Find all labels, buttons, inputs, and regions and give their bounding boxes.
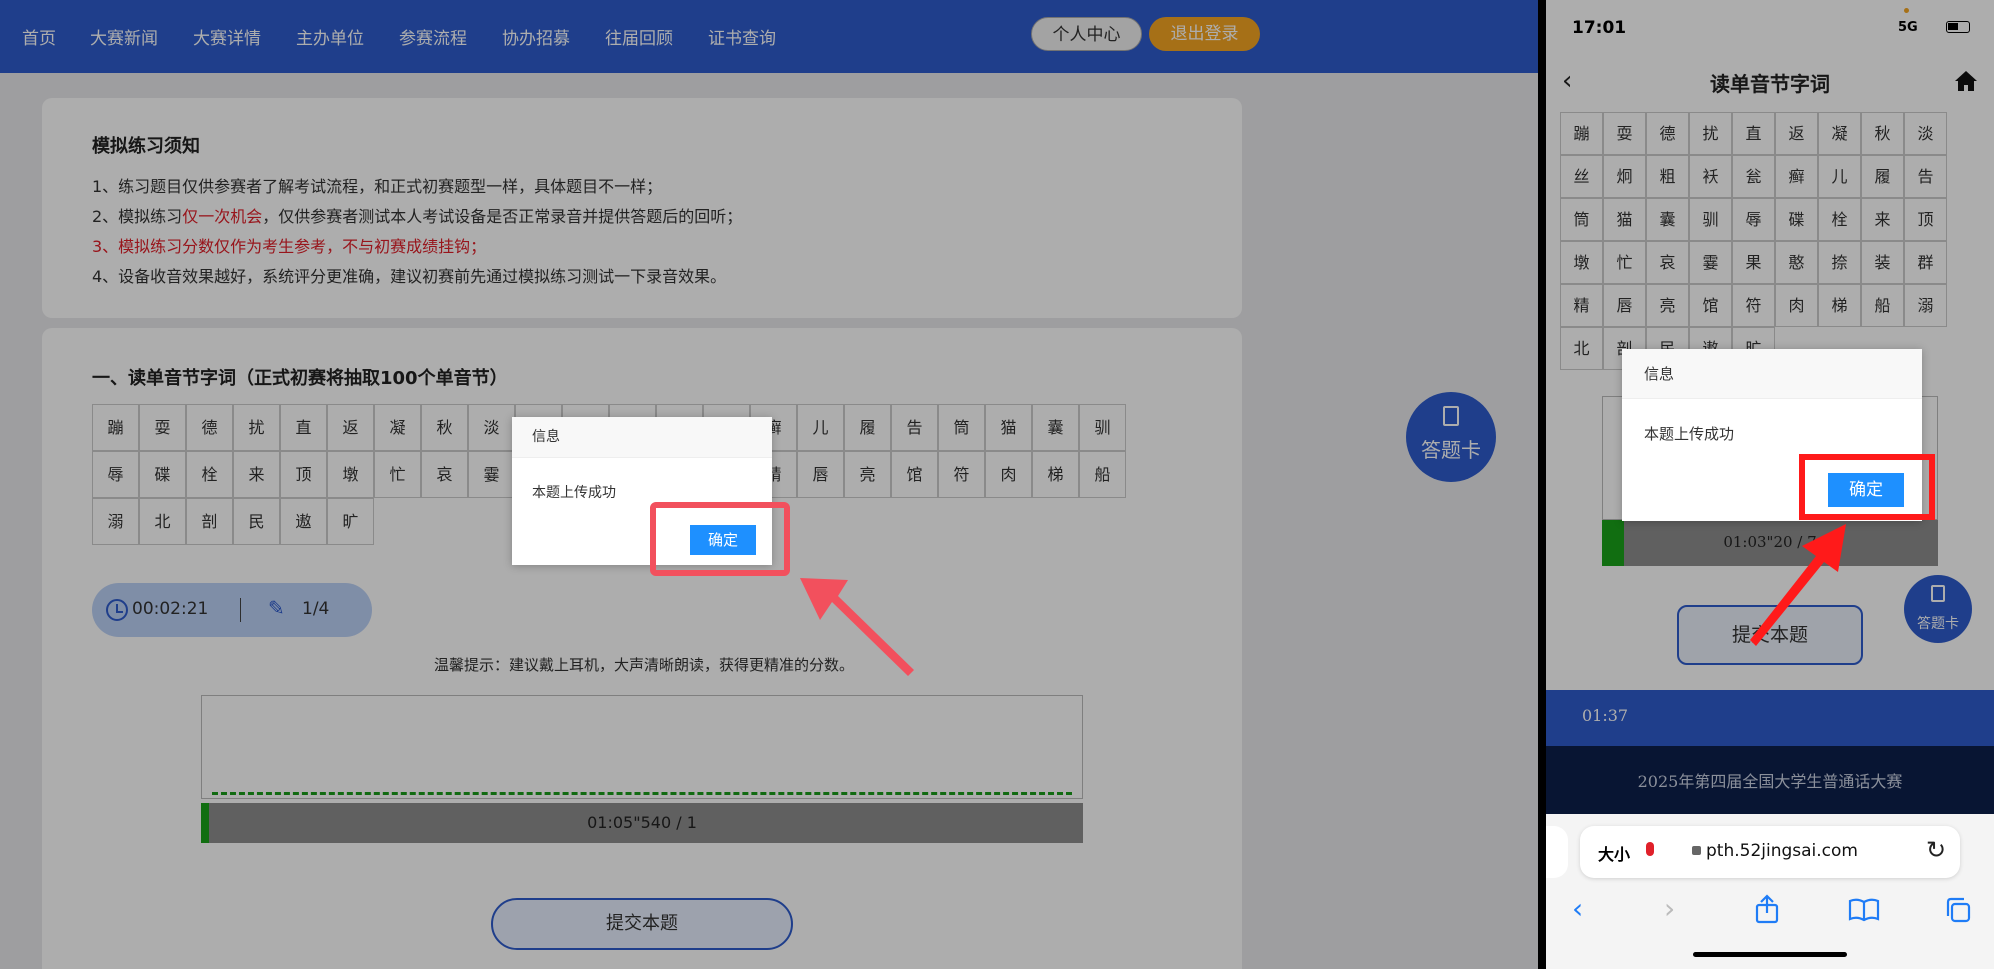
phone-dialog-title: 信息	[1622, 349, 1922, 399]
dialog-title: 信息	[512, 417, 772, 458]
screenshot-root: 首页 大赛新闻 大赛详情 主办单位 参赛流程 协办招募 往届回顾 证书查询 个人…	[0, 0, 1994, 969]
dialog-message: 本题上传成功	[532, 485, 616, 501]
annotation-arrow-icon	[800, 578, 914, 676]
previous-tab-edge[interactable]	[1546, 826, 1568, 878]
highlight-box	[650, 502, 790, 576]
bookmarks-icon[interactable]	[1848, 898, 1880, 922]
home-indicator	[1693, 952, 1847, 957]
address-bar[interactable]: 大小 pth.52jingsai.com ↻	[1580, 826, 1960, 878]
safari-toolbar: 大小 pth.52jingsai.com ↻ ‹ ›	[1546, 814, 1994, 969]
url-text[interactable]: pth.52jingsai.com	[1706, 841, 1858, 861]
lock-icon	[1692, 846, 1701, 855]
browser-back-icon[interactable]: ‹	[1572, 892, 1583, 925]
phone-highlight-box	[1799, 454, 1935, 520]
share-icon[interactable]	[1754, 894, 1780, 924]
desktop-window: 首页 大赛新闻 大赛详情 主办单位 参赛流程 协办招募 往届回顾 证书查询 个人…	[0, 0, 1538, 969]
reload-icon[interactable]: ↻	[1926, 836, 1946, 864]
browser-forward-icon[interactable]: ›	[1664, 892, 1675, 925]
panel-divider	[1538, 0, 1546, 969]
phone-screen: 17:01 5G ‹ 读单音节字词 蹦耍德扰直返凝秋淡丝炯粗袄瓮癣儿履告筒猫囊驯…	[1546, 0, 1994, 969]
page-menu-label[interactable]: 大小	[1598, 841, 1630, 865]
tabs-icon[interactable]	[1944, 896, 1972, 924]
microphone-icon	[1646, 842, 1654, 856]
phone-dialog-message: 本题上传成功	[1644, 425, 1735, 443]
phone-annotation-arrow-icon	[1750, 524, 1846, 646]
